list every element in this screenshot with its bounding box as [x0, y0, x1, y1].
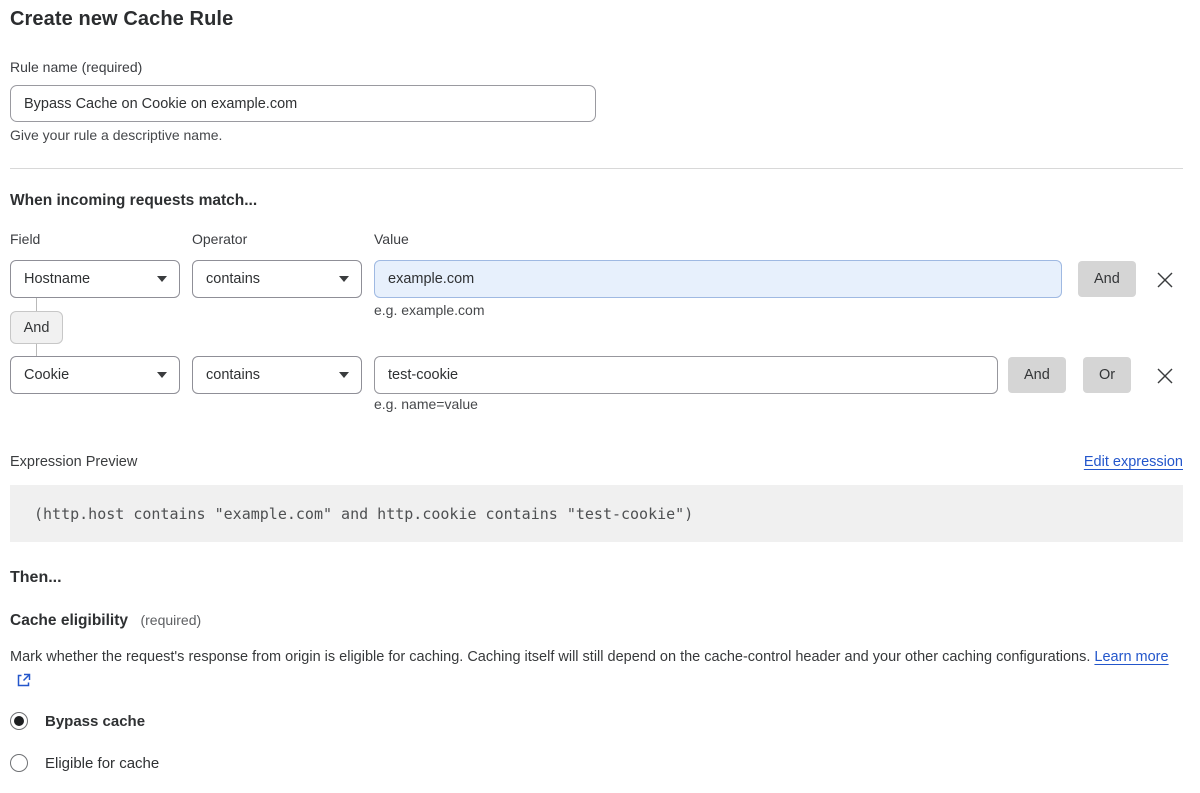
learn-more-link[interactable]: Learn more	[1094, 649, 1168, 665]
value-input-row2[interactable]	[374, 356, 998, 394]
close-icon	[1157, 272, 1173, 288]
add-or-condition-button-row2[interactable]: Or	[1083, 357, 1132, 393]
radio-label: Eligible for cache	[45, 754, 160, 772]
connector-line-bottom	[36, 344, 37, 356]
value-input-row1[interactable]	[374, 260, 1062, 298]
page-title: Create new Cache Rule	[10, 8, 234, 30]
field-column-label: Field	[10, 231, 41, 247]
chevron-down-icon	[339, 372, 349, 378]
rule-name-label: Rule name (required)	[10, 59, 143, 75]
cache-eligibility-description: Mark whether the request's response from…	[10, 645, 1183, 694]
edit-expression-link[interactable]: Edit expression	[1084, 454, 1183, 470]
remove-condition-button-row1[interactable]	[1152, 267, 1178, 293]
value-column-label: Value	[374, 231, 409, 247]
value-hint-row1: e.g. example.com	[374, 302, 485, 318]
operator-select-row1-value: contains	[206, 271, 261, 287]
operator-column-label: Operator	[192, 231, 248, 247]
match-heading: When incoming requests match...	[10, 192, 258, 209]
radio-option-bypass-cache[interactable]: Bypass cache	[10, 712, 145, 730]
rule-name-input[interactable]	[10, 85, 596, 122]
chevron-down-icon	[157, 276, 167, 282]
section-divider	[10, 168, 1183, 169]
add-and-condition-button-row2[interactable]: And	[1008, 357, 1066, 393]
chevron-down-icon	[157, 372, 167, 378]
description-text: Mark whether the request's response from…	[10, 649, 1091, 665]
cache-eligibility-header: Cache eligibility (required)	[10, 612, 201, 630]
remove-condition-button-row2[interactable]	[1152, 363, 1178, 389]
radio-label: Bypass cache	[45, 712, 146, 730]
radio-unselected-icon	[10, 754, 28, 772]
radio-option-eligible-for-cache[interactable]: Eligible for cache	[10, 754, 159, 772]
expression-code: (http.host contains "example.com" and ht…	[34, 504, 694, 523]
connector-and-chip[interactable]: And	[10, 311, 63, 344]
radio-selected-icon	[10, 712, 28, 730]
create-cache-rule-form: Create new Cache Rule Rule name (require…	[0, 0, 1200, 793]
expression-preview-label: Expression Preview	[10, 454, 138, 470]
operator-select-row2-value: contains	[206, 367, 261, 383]
field-select-row1[interactable]: Hostname	[10, 260, 180, 298]
cache-eligibility-heading: Cache eligibility	[10, 612, 129, 629]
field-select-row2-value: Cookie	[24, 367, 70, 383]
expression-code-block: (http.host contains "example.com" and ht…	[10, 485, 1183, 542]
field-select-row2[interactable]: Cookie	[10, 356, 180, 394]
external-link-icon	[17, 673, 31, 686]
then-heading: Then...	[10, 569, 62, 586]
operator-select-row1[interactable]: contains	[192, 260, 362, 298]
chevron-down-icon	[339, 276, 349, 282]
operator-select-row2[interactable]: contains	[192, 356, 362, 394]
field-select-row1-value: Hostname	[24, 271, 91, 287]
add-and-condition-button-row1[interactable]: And	[1078, 261, 1136, 297]
close-icon	[1157, 368, 1173, 384]
value-hint-row2: e.g. name=value	[374, 396, 478, 412]
connector-line-top	[36, 298, 37, 311]
required-note: (required)	[140, 612, 202, 628]
rule-name-helper: Give your rule a descriptive name.	[10, 127, 223, 143]
